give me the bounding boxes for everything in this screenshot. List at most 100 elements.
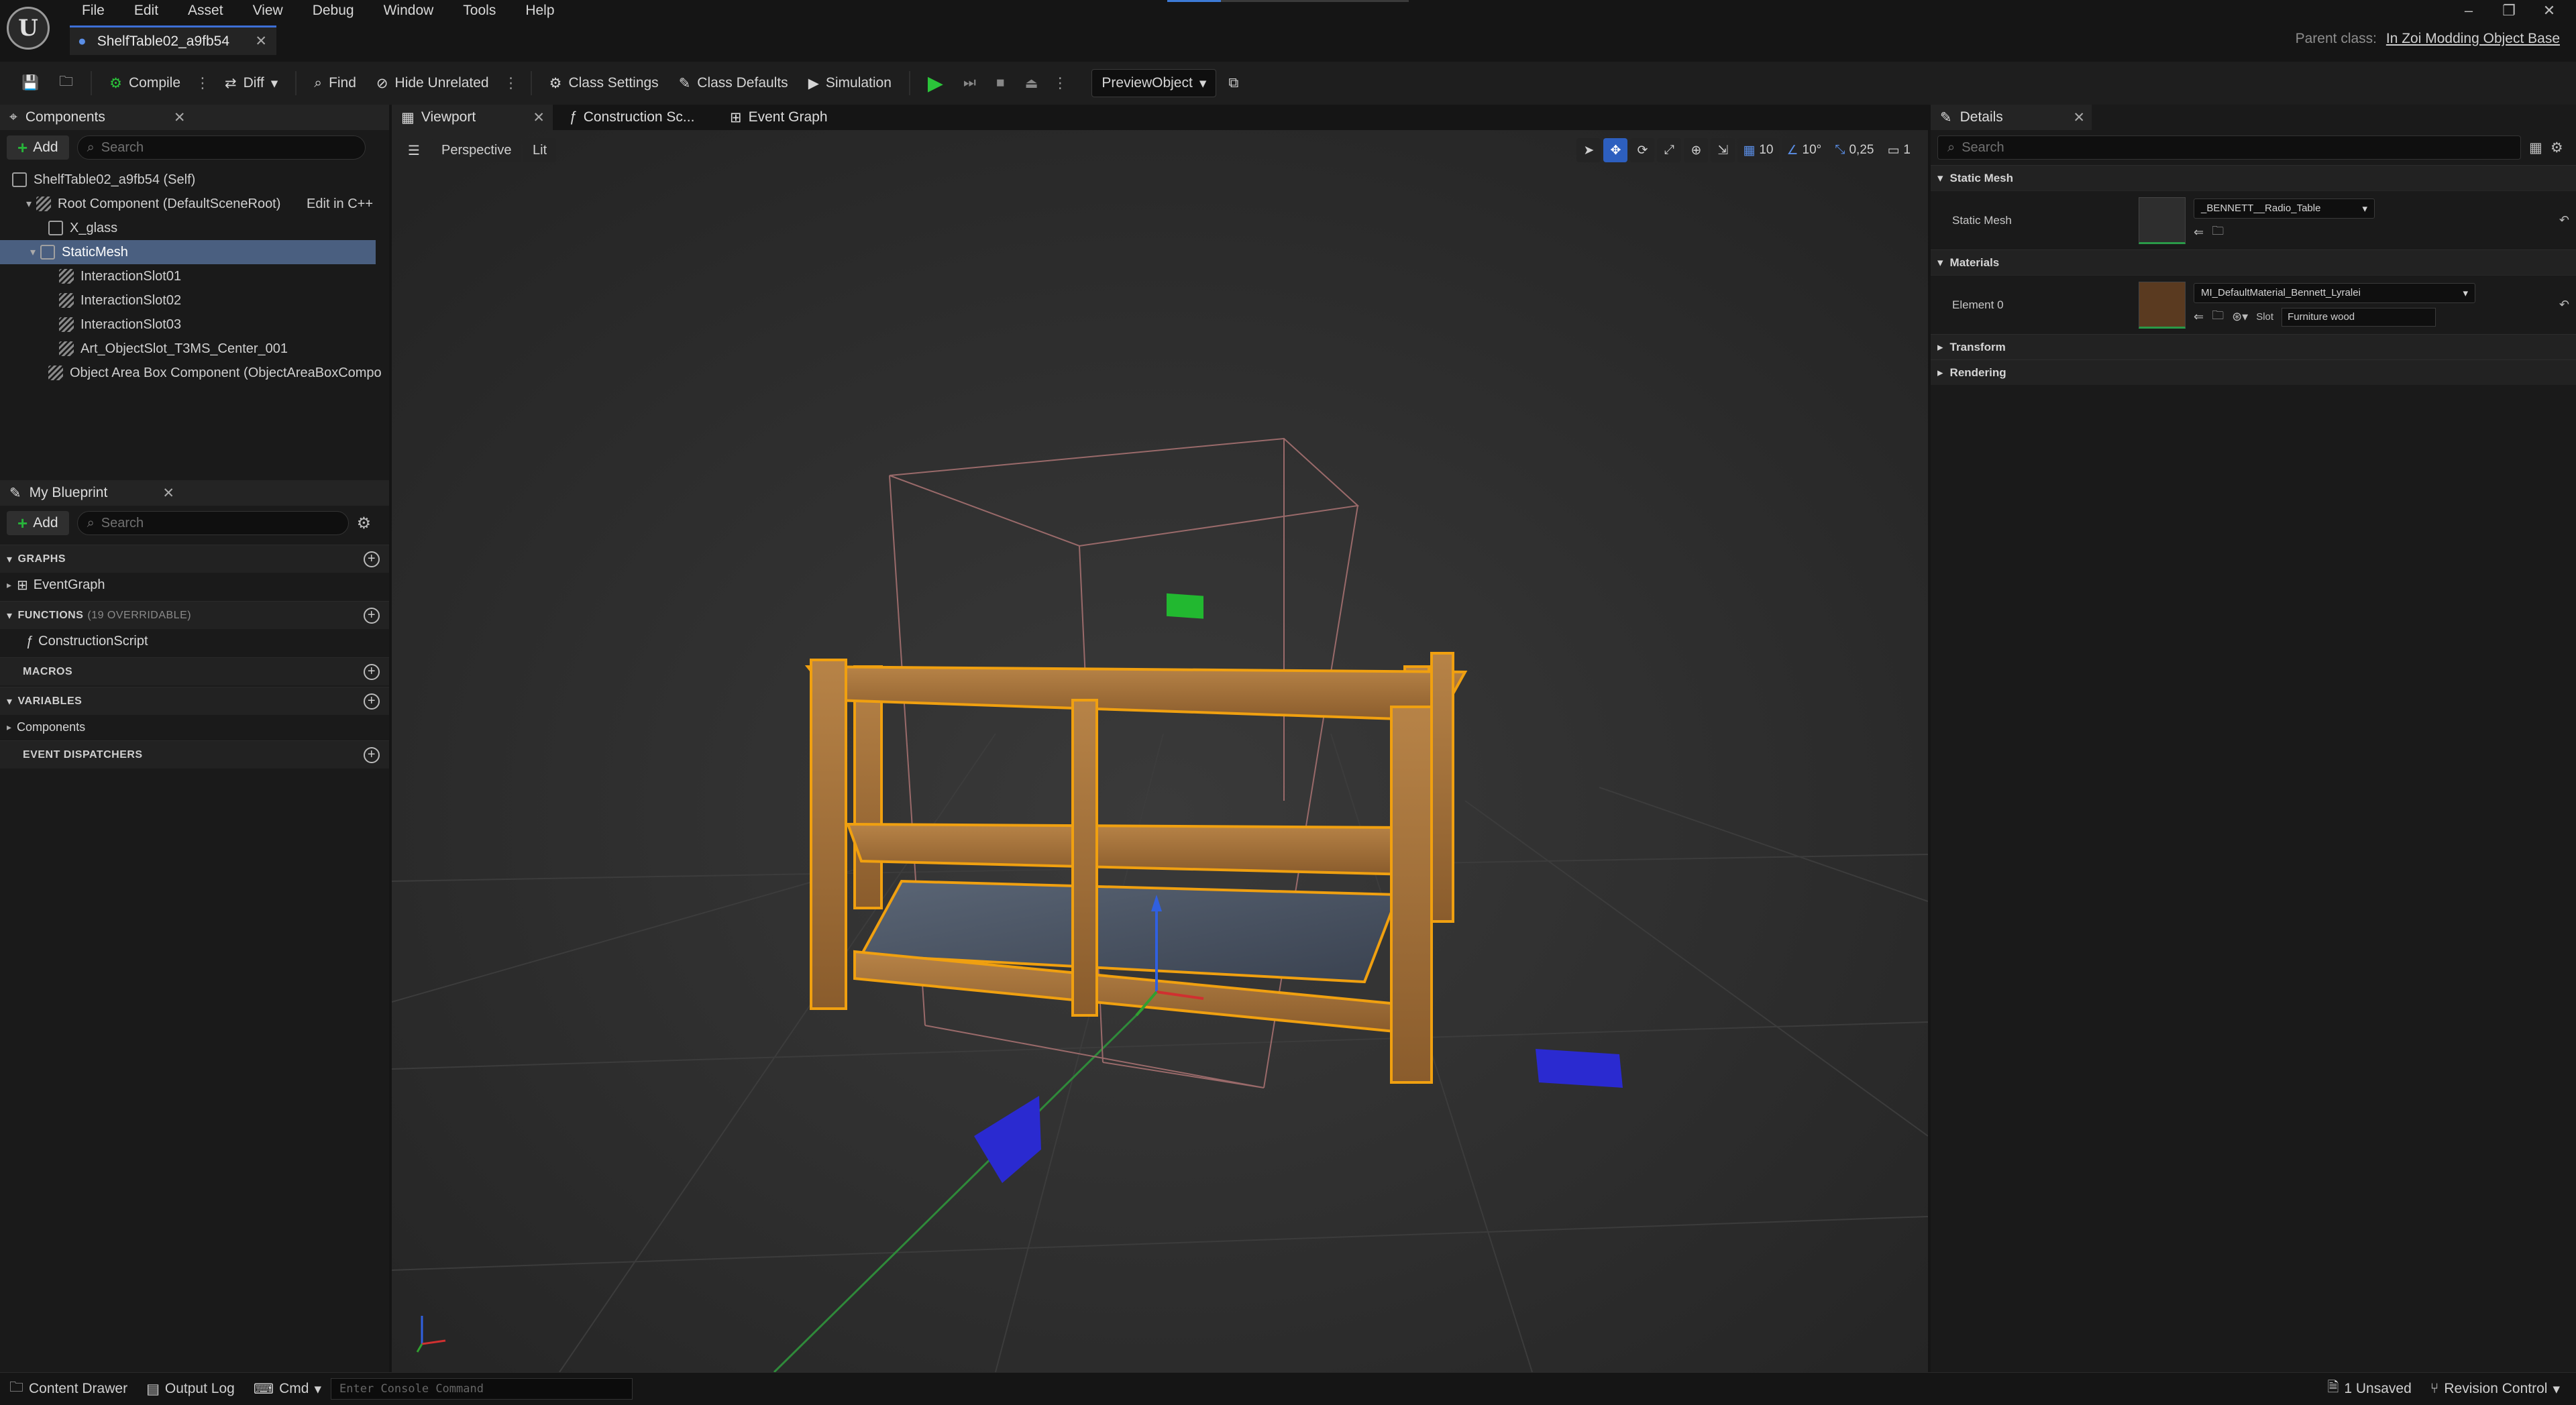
tree-item-static-mesh[interactable]: ▾ StaticMesh	[0, 240, 376, 264]
table-view-icon[interactable]: ▦	[2529, 139, 2542, 156]
components-tab[interactable]: ⌖ Components ✕	[0, 105, 389, 130]
tree-item-area-box[interactable]: Object Area Box Component (ObjectAreaBox…	[8, 361, 381, 385]
close-icon[interactable]: ✕	[533, 109, 545, 126]
class-defaults-button[interactable]: ✎ Class Defaults	[671, 68, 796, 98]
chevron-down-icon[interactable]: ▾	[21, 197, 36, 211]
viewport-canvas[interactable]: ☰ Perspective Lit ➤ ✥ ⟳ ⤢ ⊕ ⇲ ▦ 10 ∠ 10°…	[392, 130, 1928, 1372]
tab-viewport[interactable]: ▦ Viewport ✕	[392, 105, 553, 130]
variable-category-components[interactable]: ▸ Components	[0, 715, 389, 739]
close-icon[interactable]: ✕	[162, 485, 174, 502]
coordinate-space-icon[interactable]: ⊕	[1684, 138, 1709, 162]
tree-item-slot01[interactable]: InteractionSlot01	[8, 264, 381, 288]
rotation-snap-toggle[interactable]: ∠ 10°	[1781, 138, 1827, 162]
slot-name-field[interactable]: Furniture wood	[2282, 307, 2436, 327]
add-variable-icon[interactable]: +	[364, 693, 380, 710]
preview-object-dropdown[interactable]: PreviewObject ▾	[1091, 69, 1217, 97]
find-button[interactable]: ⌕ Find	[306, 68, 364, 98]
close-icon[interactable]: ✕	[174, 109, 186, 126]
gear-icon[interactable]: ⚙	[357, 514, 372, 533]
add-graph-icon[interactable]: +	[364, 551, 380, 567]
menu-help[interactable]: Help	[511, 0, 569, 21]
diff-button[interactable]: ⇄ Diff ▾	[217, 68, 286, 98]
output-log-button[interactable]: ▤ Output Log	[137, 1373, 244, 1405]
tab-construction-script[interactable]: ƒ Construction Sc...	[559, 105, 714, 130]
stop-icon[interactable]: ■	[988, 68, 1013, 98]
tab-event-graph[interactable]: ⊞ Event Graph	[720, 105, 855, 130]
hide-unrelated-button[interactable]: ⊘ Hide Unrelated	[368, 68, 497, 98]
material-thumbnail[interactable]	[2139, 281, 2186, 329]
tree-item-x-glass[interactable]: X_glass	[8, 216, 381, 240]
static-mesh-dropdown[interactable]: _BENNETT__Radio_Table ▾	[2194, 198, 2375, 219]
menu-tools[interactable]: Tools	[448, 0, 511, 21]
close-icon[interactable]: ✕	[255, 33, 267, 50]
menu-view[interactable]: View	[238, 0, 298, 21]
play-options-icon[interactable]: ⋮	[1050, 74, 1070, 92]
my-blueprint-tab[interactable]: ✎ My Blueprint ✕	[0, 480, 389, 506]
graphs-section[interactable]: ▾ GRAPHS +	[0, 545, 389, 573]
section-rendering[interactable]: ▸ Rendering	[1931, 359, 2576, 385]
compile-options-icon[interactable]: ⋮	[193, 74, 213, 92]
section-static-mesh[interactable]: ▾ Static Mesh	[1931, 165, 2576, 190]
scale-snap-toggle[interactable]: ⤡ 0,25	[1829, 138, 1880, 162]
event-dispatchers-section[interactable]: EVENT DISPATCHERS +	[0, 740, 389, 769]
edit-in-cpp-link[interactable]: Edit in C++	[307, 196, 373, 212]
tree-item-slot02[interactable]: InteractionSlot02	[8, 288, 381, 313]
class-settings-button[interactable]: ⚙ Class Settings	[541, 68, 667, 98]
eject-icon[interactable]: ⏏	[1017, 68, 1046, 98]
content-drawer-button[interactable]: 🗀 Content Drawer	[0, 1373, 137, 1405]
surface-snap-icon[interactable]: ⇲	[1711, 138, 1735, 162]
details-search-input[interactable]: ⌕ Search	[1937, 135, 2521, 160]
add-dispatcher-icon[interactable]: +	[364, 746, 380, 763]
components-search-input[interactable]: ⌕ Search	[76, 135, 366, 160]
use-selected-icon[interactable]: ⇐	[2194, 225, 2204, 239]
tree-item-root[interactable]: ▾ Root Component (DefaultSceneRoot) Edit…	[8, 192, 381, 216]
rotate-icon[interactable]: ⟳	[1630, 138, 1655, 162]
use-selected-icon[interactable]: ⇐	[2194, 310, 2204, 324]
unsaved-button[interactable]: 🗎 1 Unsaved	[2318, 1373, 2420, 1405]
step-icon[interactable]: ⏭	[955, 68, 984, 98]
hide-options-icon[interactable]: ⋮	[501, 74, 521, 92]
viewport-options-button[interactable]: ☰	[398, 138, 429, 162]
simulation-button[interactable]: ▶ Simulation	[800, 68, 900, 98]
browse-folder-icon[interactable]: 🗀	[2212, 223, 2224, 243]
select-mode-icon[interactable]: ➤	[1576, 138, 1601, 162]
cmd-dropdown[interactable]: ⌨ Cmd ▾	[244, 1373, 331, 1405]
add-member-button[interactable]: + Add	[7, 511, 69, 535]
document-tab[interactable]: ● ShelfTable02_a9fb54 ✕	[70, 25, 276, 55]
scale-icon[interactable]: ⤢	[1657, 138, 1682, 162]
variables-section[interactable]: ▾ VARIABLES +	[0, 687, 389, 715]
tree-item-slot03[interactable]: InteractionSlot03	[8, 313, 381, 337]
close-icon[interactable]: ✕	[2073, 109, 2085, 126]
material-dropdown[interactable]: MI_DefaultMaterial_Bennett_Lyralei ▾	[2194, 282, 2475, 303]
minimize-icon[interactable]: –	[2449, 0, 2489, 21]
menu-window[interactable]: Window	[369, 0, 449, 21]
add-component-button[interactable]: + Add	[7, 135, 69, 160]
reset-to-default-icon[interactable]: ↶	[2559, 213, 2569, 227]
tree-item-art-slot[interactable]: Art_ObjectSlot_T3MS_Center_001	[8, 337, 381, 361]
reset-to-default-icon[interactable]: ↶	[2559, 298, 2569, 312]
console-command-input[interactable]: Enter Console Command	[331, 1378, 633, 1400]
grid-snap-toggle[interactable]: ▦ 10	[1737, 138, 1779, 162]
section-materials[interactable]: ▾ Materials	[1931, 249, 2576, 275]
menu-file[interactable]: File	[67, 0, 119, 21]
menu-edit[interactable]: Edit	[119, 0, 173, 21]
macros-section[interactable]: MACROS +	[0, 657, 389, 685]
menu-debug[interactable]: Debug	[298, 0, 369, 21]
save-icon[interactable]: 💾	[13, 68, 47, 98]
camera-speed-button[interactable]: ▭ 1	[1882, 138, 1916, 162]
translate-icon[interactable]: ✥	[1603, 138, 1628, 162]
menu-asset[interactable]: Asset	[173, 0, 238, 21]
parent-class-link[interactable]: In Zoi Modding Object Base	[2386, 31, 2560, 46]
gear-icon[interactable]: ⚙	[2551, 139, 2563, 156]
blueprint-search-input[interactable]: ⌕ Search	[76, 511, 349, 535]
perspective-button[interactable]: Perspective	[432, 138, 521, 162]
functions-section[interactable]: ▾ FUNCTIONS (19 OVERRIDABLE) +	[0, 601, 389, 629]
compile-button[interactable]: ⚙ Compile	[101, 68, 189, 98]
close-window-icon[interactable]: ✕	[2529, 0, 2569, 21]
graph-item-eventgraph[interactable]: ▸ ⊞ EventGraph	[0, 573, 389, 597]
browse-folder-icon[interactable]: 🗀	[2212, 307, 2224, 327]
debug-filter-icon[interactable]: ⧉	[1220, 68, 1246, 98]
browse-icon[interactable]: 🗀	[51, 68, 81, 98]
restore-icon[interactable]: ❐	[2489, 0, 2529, 21]
lit-button[interactable]: Lit	[523, 138, 557, 162]
